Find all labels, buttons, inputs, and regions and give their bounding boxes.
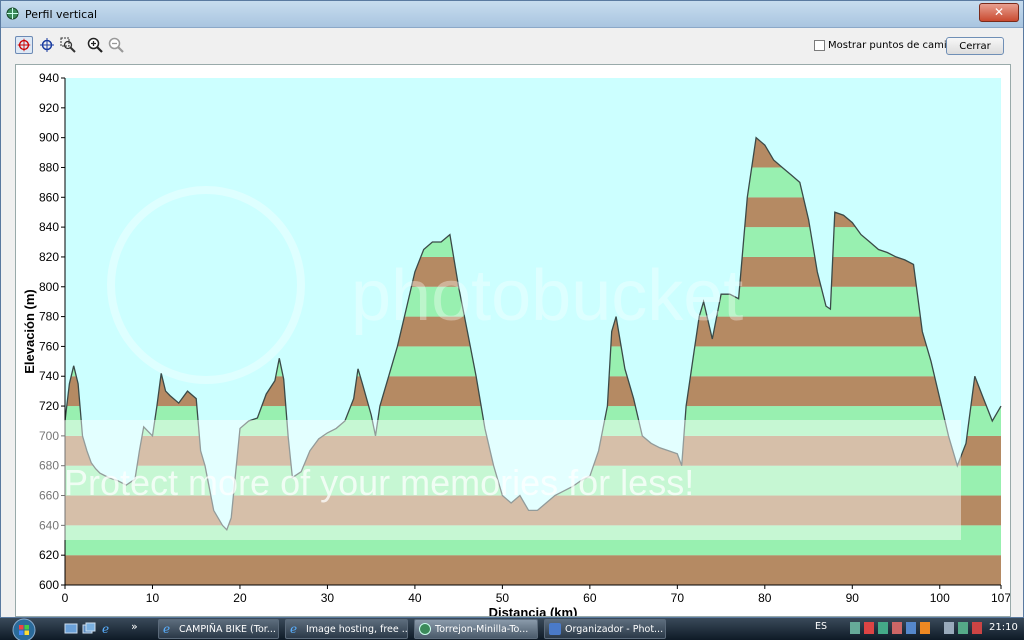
x-tick-label: 30 [321,591,335,605]
tray-update-icon[interactable] [920,622,930,634]
x-tick-label: 50 [496,591,510,605]
window-close-button[interactable]: ✕ [979,3,1019,22]
zoom-window-icon[interactable] [59,36,77,54]
x-tick-label: 100 [930,591,950,605]
tray-volume-icon[interactable] [944,622,954,634]
tray-network-icon[interactable] [878,622,888,634]
start-orb-icon[interactable] [4,618,38,640]
watermark-brand: photobucket [351,256,743,336]
y-tick-label: 600 [39,578,59,592]
watermark-tagline: Protect more of your memories for less! [64,462,694,503]
ie-icon: e [163,622,171,636]
y-tick-label: 760 [39,339,59,353]
show-waypoints-checkbox[interactable] [814,40,825,51]
toolbar: Mostrar puntos de camino Cerrar [1,28,1023,62]
y-tick-label: 720 [39,399,59,413]
show-desktop-icon[interactable] [64,622,78,635]
title-bar[interactable]: Perfil vertical ✕ [1,1,1023,28]
zoom-out-icon[interactable] [107,36,125,54]
x-tick-label: 60 [583,591,597,605]
y-tick-label: 900 [39,131,59,145]
tray-app-icon[interactable] [850,622,860,634]
y-tick-label: 620 [39,548,59,562]
tray-alert-icon[interactable] [972,622,982,634]
quicklaunch-chevron[interactable]: » [131,620,138,633]
elevation-chart-panel: 600 620 640 660 680 700 720 740 760 780 800 820 840 8… [15,64,1011,617]
camera-icon [549,623,561,635]
globe-icon [419,623,431,635]
ie-quicklaunch-icon[interactable]: e [100,622,114,635]
switch-windows-icon[interactable] [82,622,96,635]
globe-app-icon [6,7,19,20]
select-tool-icon[interactable] [15,36,33,54]
taskbar-item-image-hosting[interactable]: e Image hosting, free ... [285,619,408,639]
x-tick-label: 40 [408,591,422,605]
y-tick-label: 860 [39,190,59,204]
window-title: Perfil vertical [25,8,98,21]
elevation-chart[interactable]: 6006206406606807007207407607808008208408… [16,65,1010,616]
y-axis-label: Elevación (m) [22,289,37,374]
y-tick-label: 780 [39,310,59,324]
y-tick-label: 920 [39,101,59,115]
tray-display-icon[interactable] [958,622,968,634]
y-tick-label: 940 [39,71,59,85]
tray-bluetooth-icon[interactable] [906,622,916,634]
close-button[interactable]: Cerrar [946,37,1004,55]
elevation-band [65,555,1001,585]
language-indicator[interactable]: ES [815,621,827,632]
taskbar-item-campina-bike[interactable]: e CAMPIÑA BIKE (Tor... [158,619,279,639]
clock: 21:10 [989,622,1018,633]
svg-text:e: e [102,622,109,635]
zoom-in-icon[interactable] [86,36,104,54]
x-tick-label: 80 [758,591,772,605]
x-tick-label: 107 [991,591,1010,605]
x-tick-label: 20 [233,591,247,605]
show-waypoints-label: Mostrar puntos de camino [828,40,960,51]
x-axis-label: Distancia (km) [489,605,578,616]
y-tick-label: 800 [39,280,59,294]
x-tick-label: 0 [62,591,69,605]
ie-icon: e [290,622,298,636]
taskbar: e » e CAMPIÑA BIKE (Tor... e Image hosti… [0,618,1024,640]
profile-window: Perfil vertical ✕ Mostrar puntos de cami… [0,0,1024,618]
taskbar-item-torrejon[interactable]: Torrejon-Minilla-To... [414,619,538,639]
y-tick-label: 820 [39,250,59,264]
y-tick-label: 840 [39,220,59,234]
x-tick-label: 10 [146,591,160,605]
y-tick-label: 880 [39,160,59,174]
x-tick-label: 90 [846,591,860,605]
tray-flag-icon[interactable] [892,622,902,634]
tray-security-icon[interactable] [864,622,874,634]
y-tick-label: 740 [39,369,59,383]
taskbar-item-organizador[interactable]: Organizador - Phot... [544,619,666,639]
pan-tool-icon[interactable] [38,36,56,54]
x-tick-label: 70 [671,591,685,605]
